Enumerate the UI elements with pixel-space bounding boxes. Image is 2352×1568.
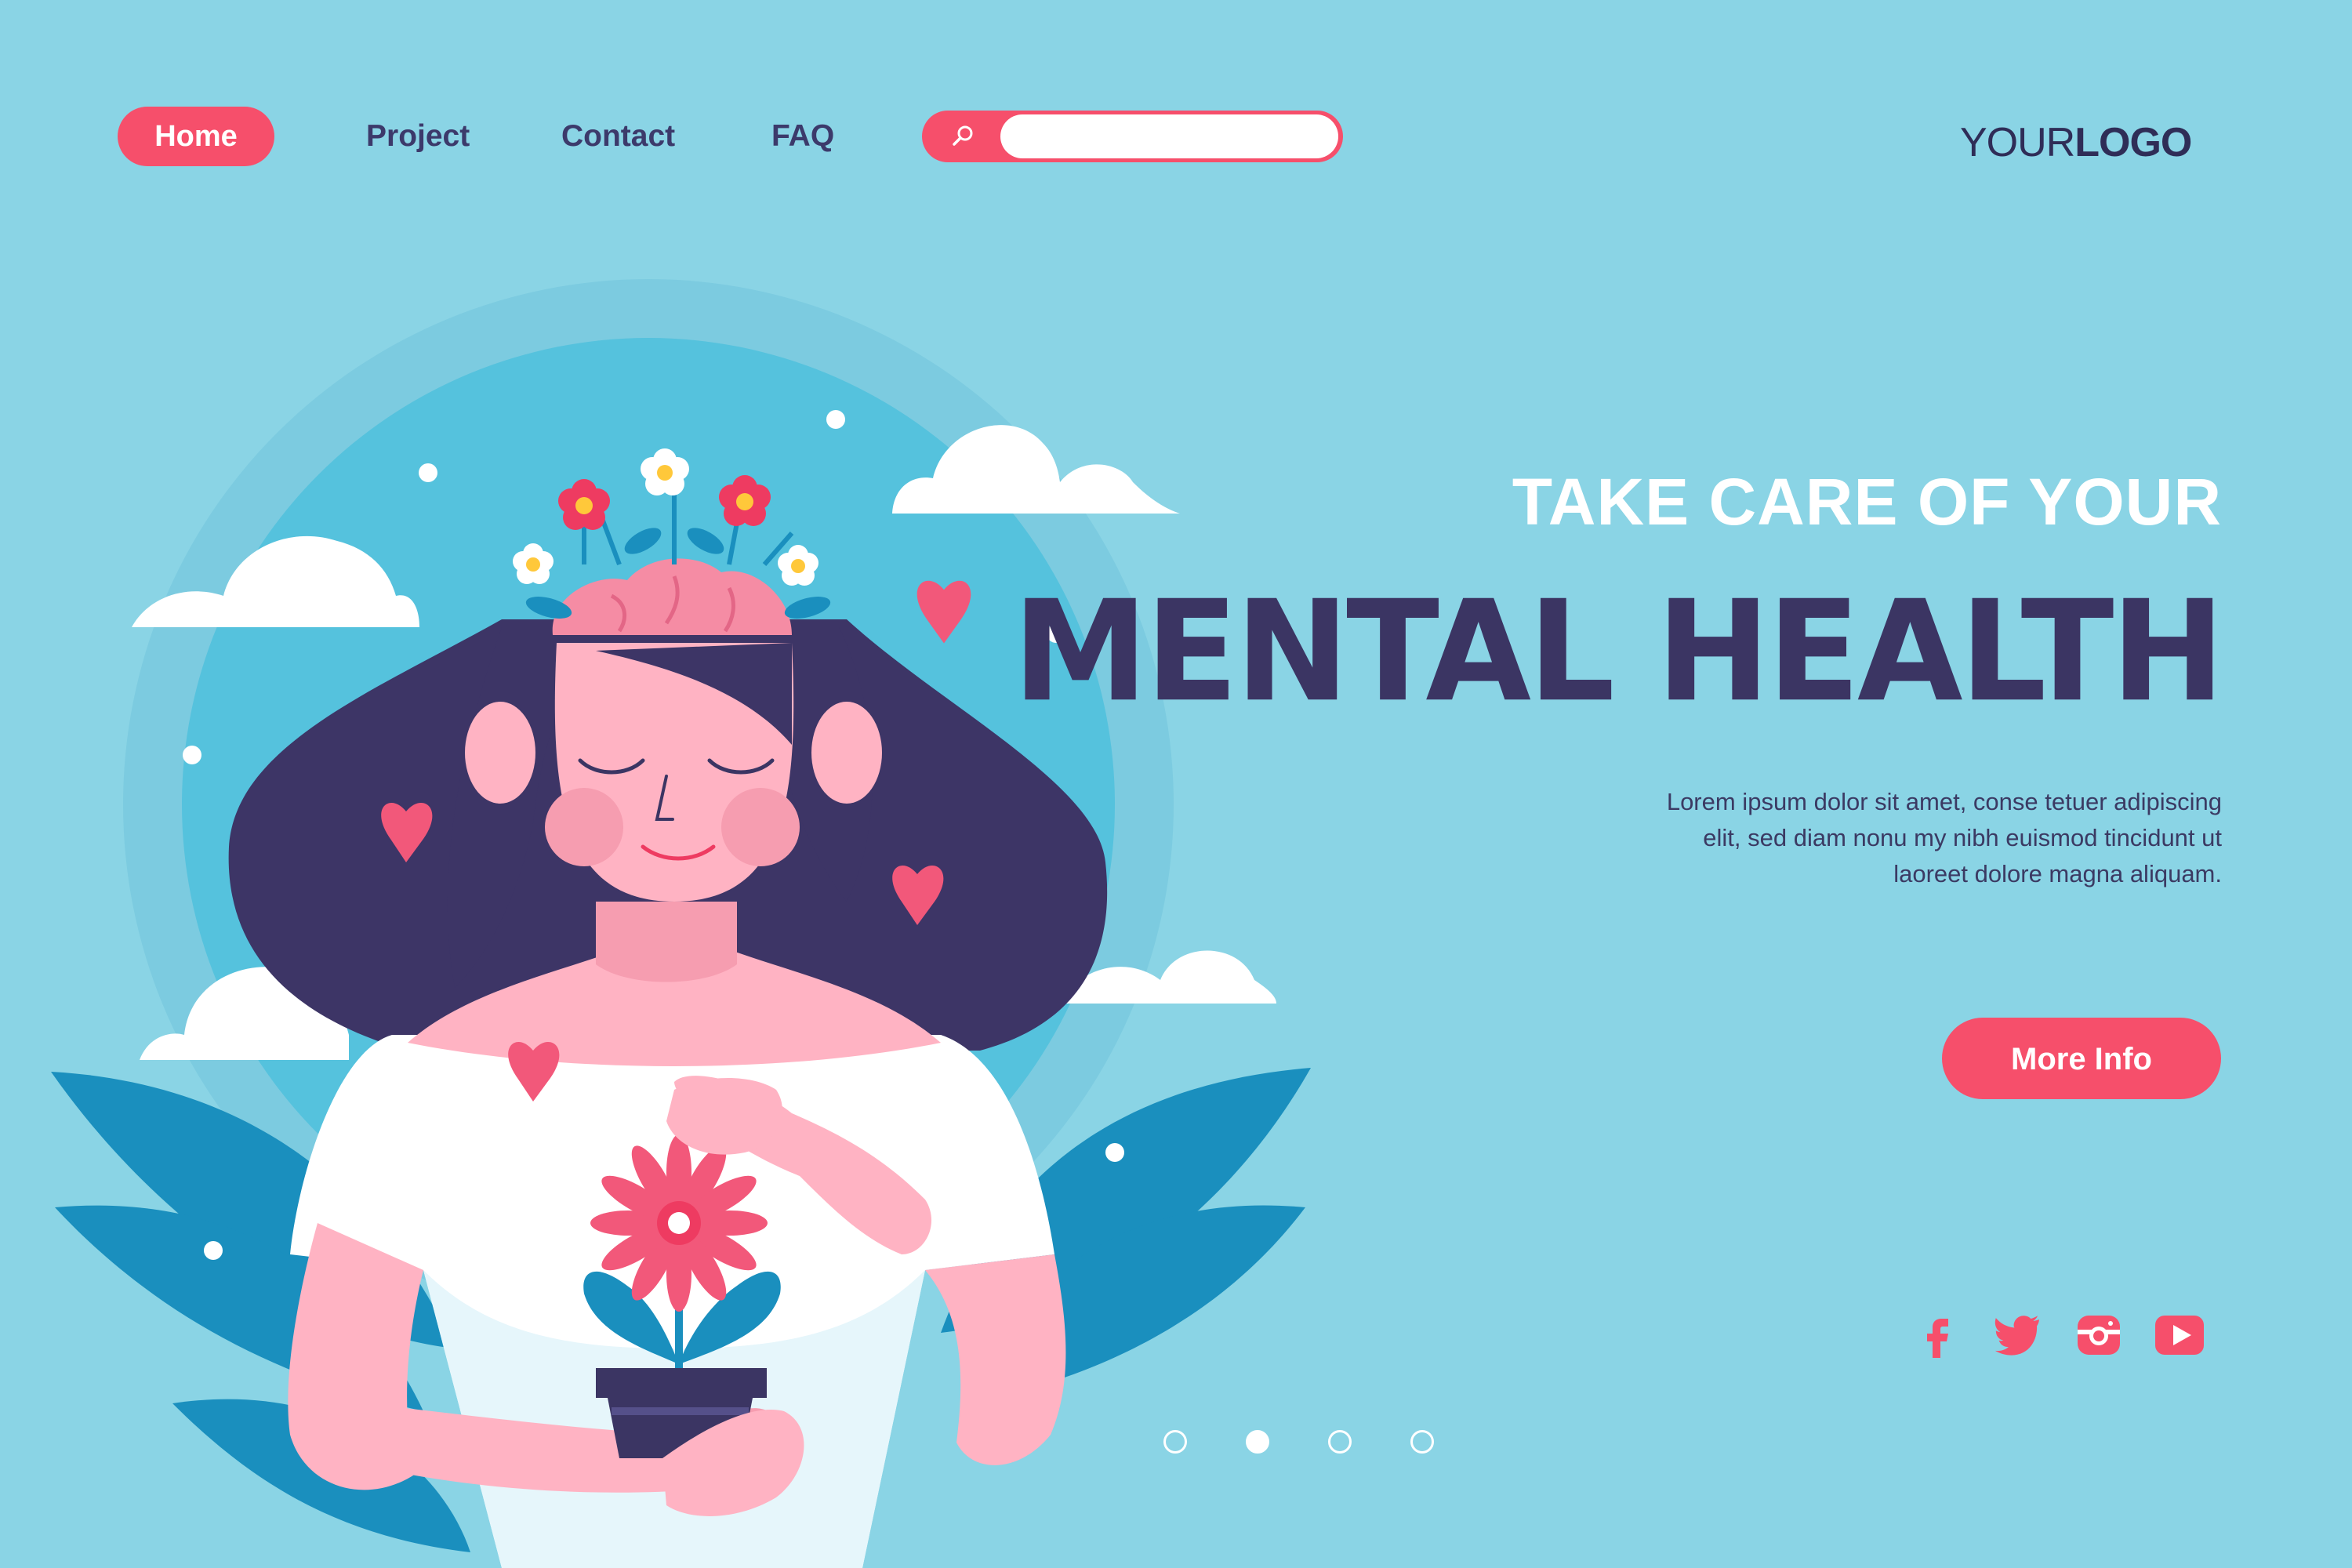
youtube-icon[interactable] [2152,1308,2207,1363]
search-icon[interactable] [922,111,1004,162]
nav-link-project[interactable]: Project [366,114,470,158]
search-bar [922,111,1343,162]
hero-illustration [51,279,1311,1568]
facebook-icon[interactable] [1911,1308,1965,1363]
instagram-icon[interactable] [2071,1308,2126,1363]
nav-link-contact[interactable]: Contact [561,114,675,158]
logo-text-bold: LOGO [2074,120,2192,165]
carousel-dot-2[interactable] [1246,1430,1269,1454]
nav-home-button[interactable]: Home [118,107,274,166]
carousel-dot-3[interactable] [1328,1430,1352,1454]
logo-text-light: YOUR [1960,120,2075,165]
carousel-dot-1[interactable] [1163,1430,1187,1454]
search-input[interactable] [1000,114,1338,158]
hero-tagline: TAKE CARE OF YOUR [1512,465,2222,539]
brand-logo[interactable]: YOURLOGO [1960,119,2211,174]
twitter-icon[interactable] [1991,1308,2046,1363]
nav-link-faq[interactable]: FAQ [771,114,834,158]
more-info-button[interactable]: More Info [1942,1018,2221,1099]
hero-headline: MENTAL HEALTH [1012,570,2225,734]
hero-description: Lorem ipsum dolor sit amet, conse tetuer… [1666,788,2222,887]
carousel-dot-4[interactable] [1410,1430,1434,1454]
